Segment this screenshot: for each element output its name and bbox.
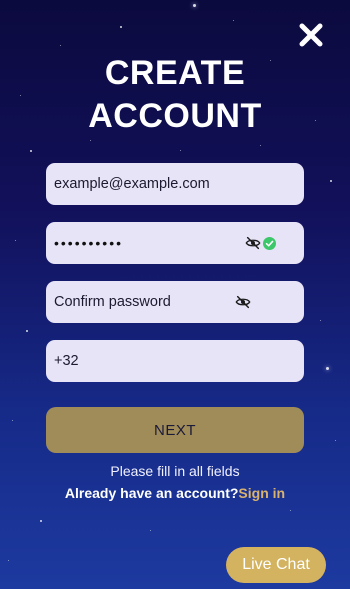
email-input[interactable] <box>54 176 296 192</box>
phone-input[interactable] <box>54 353 296 369</box>
live-chat-button[interactable]: Live Chat <box>226 547 326 583</box>
next-button[interactable]: NEXT <box>46 407 304 453</box>
form-hint: Please fill in all fields <box>110 463 240 479</box>
confirm-password-field[interactable] <box>46 281 304 323</box>
close-icon <box>299 23 323 47</box>
signin-prompt: Already have an account? <box>64 485 239 501</box>
title-line-1: CREATE <box>104 54 246 92</box>
close-button[interactable] <box>298 22 324 48</box>
signin-row: Already have an account?Sign in <box>0 485 350 501</box>
signin-link[interactable]: Sign in <box>238 485 285 501</box>
eye-slash-icon[interactable] <box>235 294 251 310</box>
phone-field[interactable] <box>46 340 304 382</box>
title-line-2: ACCOUNT <box>88 97 262 135</box>
password-value[interactable]: •••••••••• <box>54 235 245 251</box>
password-field[interactable]: •••••••••• <box>46 222 304 264</box>
eye-slash-icon[interactable] <box>245 235 261 251</box>
email-field[interactable] <box>46 163 304 205</box>
check-circle-icon <box>263 236 276 250</box>
page-title: CREATE ACCOUNT <box>0 52 350 138</box>
confirm-password-input[interactable] <box>54 294 235 310</box>
